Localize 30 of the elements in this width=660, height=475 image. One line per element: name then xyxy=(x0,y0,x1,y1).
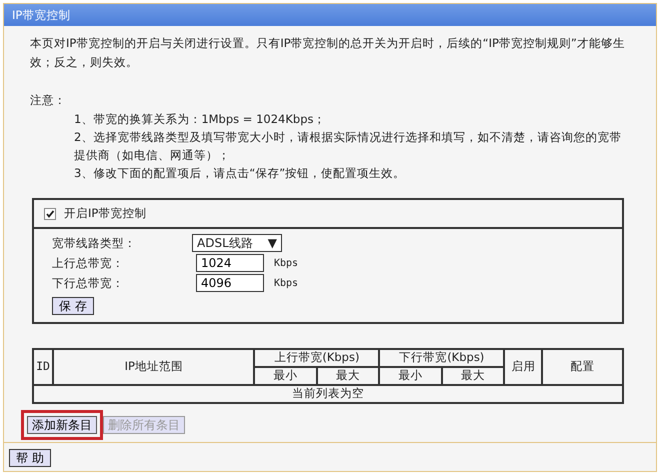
column-header: 最小 xyxy=(379,366,442,384)
column-header: 最大 xyxy=(442,366,504,384)
intro-text: 本页对IP带宽控制的开启与关闭进行设置。只有IP带宽控制的总开关为开启时，后续的“IP带宽控制规则”才能够生效；反之，则失效。 xyxy=(30,35,626,71)
bandwidth-input[interactable]: 4096 xyxy=(196,274,264,292)
save-button[interactable]: 保 存 xyxy=(52,297,94,316)
line-type-select[interactable]: ADSL线路 ▼ xyxy=(192,234,282,252)
empty-list-message: 当前列表为空 xyxy=(33,384,623,402)
dropdown-arrow-icon: ▼ xyxy=(268,234,277,252)
column-header: 最小 xyxy=(254,366,317,384)
note-item: 2、选择宽带线路类型及填写带宽大小时，请根据实际情况进行选择和填写，如不清楚，请咨询您的宽带提供商（如电信、网通等）； xyxy=(73,129,622,164)
notes-heading: 注意： xyxy=(30,92,67,109)
window-title: IP带宽控制 xyxy=(4,4,656,26)
enable-checkbox[interactable] xyxy=(44,208,56,220)
field-label: 下行总带宽： xyxy=(52,274,125,292)
enable-label: 开启IP带宽控制 xyxy=(64,205,146,222)
column-header: 配置 xyxy=(542,348,623,384)
column-header: 最大 xyxy=(316,366,380,384)
note-item: 3、修改下面的配置项后，请点击“保存”按钮，使配置项生效。 xyxy=(73,165,406,182)
field-label: 上行总带宽： xyxy=(52,254,125,272)
field-label: 宽带线路类型： xyxy=(52,234,137,252)
bandwidth-input[interactable]: 1024 xyxy=(196,254,264,272)
note-item: 1、带宽的换算关系为：1Mbps = 1024Kbps； xyxy=(73,111,326,128)
unit-label: Kbps xyxy=(274,276,298,291)
column-header: 上行带宽(Kbps) xyxy=(254,348,380,366)
column-header: IP地址范围 xyxy=(53,348,254,384)
help-button[interactable]: 帮 助 xyxy=(9,448,51,467)
unit-label: Kbps xyxy=(274,256,298,271)
column-header: 下行带宽(Kbps) xyxy=(379,348,504,366)
column-header: 启用 xyxy=(504,348,542,384)
column-header: ID xyxy=(33,348,54,384)
